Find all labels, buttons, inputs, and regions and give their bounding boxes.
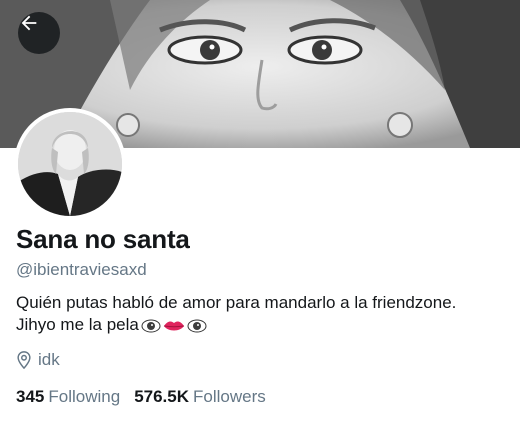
bio-line-2: Jihyo me la pela <box>16 314 511 336</box>
eye-icon <box>187 319 207 333</box>
bio-line-1: Quién putas habló de amor para mandarlo … <box>16 293 457 312</box>
location-pin-icon <box>17 351 31 369</box>
eye-icon <box>141 319 161 333</box>
username-handle: @ibientraviesaxd <box>16 260 147 279</box>
display-name: Sana no santa <box>16 224 190 254</box>
avatar[interactable] <box>14 108 126 220</box>
location-text: idk <box>38 350 60 369</box>
profile-location: idk <box>16 350 60 370</box>
back-button[interactable] <box>18 12 60 54</box>
following-label: Following <box>48 387 121 406</box>
followers-link[interactable]: 576.5K Followers <box>134 387 266 407</box>
bio-line-2-text: Jihyo me la pela <box>16 315 139 334</box>
follow-stats: 345 Following 576.5K Followers <box>16 387 266 407</box>
lips-icon <box>163 320 184 331</box>
following-count: 345 <box>16 387 45 406</box>
followers-label: Followers <box>193 387 266 406</box>
profile-bio: Quién putas habló de amor para mandarlo … <box>16 292 511 336</box>
following-link[interactable]: 345 Following <box>16 387 120 407</box>
followers-count: 576.5K <box>134 387 190 406</box>
avatar-photo <box>18 112 122 216</box>
arrow-left-icon <box>21 15 37 31</box>
